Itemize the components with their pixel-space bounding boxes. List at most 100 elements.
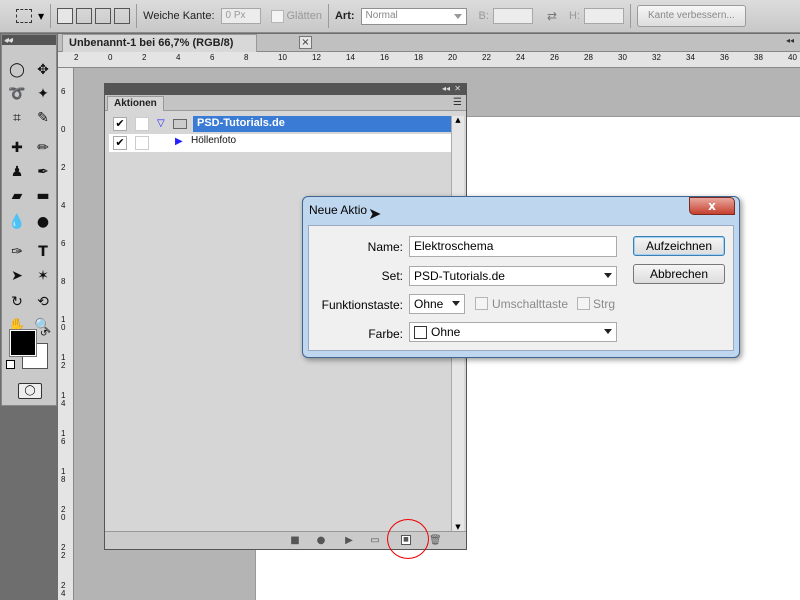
gradient-tool-icon[interactable]: ▬ xyxy=(32,185,54,207)
style-label: Art: xyxy=(334,10,355,22)
record-icon[interactable]: ● xyxy=(315,535,327,547)
dialog-toggle-checkbox[interactable] xyxy=(135,117,149,131)
name-label: Name: xyxy=(367,240,403,254)
subtract-selection-icon[interactable] xyxy=(95,8,112,24)
eyedropper-icon[interactable]: ✎ xyxy=(32,107,54,129)
swap-colors-icon[interactable]: ↺ xyxy=(40,329,48,339)
elliptical-marquee-icon[interactable]: ◯ xyxy=(6,59,28,81)
pen-tool-icon[interactable]: ✑ xyxy=(6,241,28,263)
ruler-tick-label: 10 xyxy=(278,53,287,62)
panel-header-bar[interactable]: ◂◂ ✕ xyxy=(105,84,466,95)
chevron-down-icon xyxy=(604,329,612,334)
new-selection-icon[interactable] xyxy=(57,8,74,24)
add-selection-icon[interactable] xyxy=(76,8,93,24)
default-colors-icon[interactable] xyxy=(6,360,15,369)
ruler-tick-label: 6 xyxy=(61,239,66,248)
swap-dimensions-icon[interactable]: ⇄ xyxy=(547,9,557,23)
ruler-tick-label: 2 xyxy=(61,163,66,172)
width-input[interactable] xyxy=(492,8,533,24)
ctrl-checkbox[interactable] xyxy=(577,297,590,310)
toggle-checkbox[interactable]: ✔ xyxy=(113,117,127,131)
panel-collapse-icon[interactable]: ◂◂ xyxy=(4,36,12,45)
eraser-tool-icon[interactable]: ▰ xyxy=(6,185,28,207)
3d-orbit-icon[interactable]: ⟲ xyxy=(32,291,54,313)
toggle-checkbox[interactable]: ✔ xyxy=(113,136,127,150)
ruler-tick-label: 16 xyxy=(380,53,389,62)
shift-label: Umschalttaste xyxy=(492,297,569,311)
feather-label: Weiche Kante: xyxy=(143,10,215,22)
set-select[interactable]: PSD-Tutorials.de xyxy=(409,266,617,286)
chevron-down-icon xyxy=(604,273,612,278)
ruler-vertical: 86024681 01 21 41 61 82 02 22 4 xyxy=(58,68,74,600)
panel-collapse-icon[interactable]: ◂◂ xyxy=(442,84,450,93)
document-tab[interactable]: Unbenannt-1 bei 66,7% (RGB/8) xyxy=(62,34,257,52)
feather-input[interactable]: 0 Px xyxy=(220,8,261,24)
stop-icon[interactable]: ■ xyxy=(289,535,301,547)
ruler-tick-label: 1 6 xyxy=(61,429,66,446)
action-set-label: PSD-Tutorials.de xyxy=(193,116,452,132)
cancel-button[interactable]: Abbrechen xyxy=(633,264,725,284)
dialog-close-button[interactable]: x xyxy=(689,197,735,215)
chevron-down-icon xyxy=(453,13,462,19)
move-tool-icon[interactable]: ✥ xyxy=(32,59,54,81)
ruler-tick-label: 6 xyxy=(210,53,215,62)
crop-tool-icon[interactable]: ⌗ xyxy=(6,107,28,129)
function-key-value: Ohne xyxy=(414,297,444,311)
new-set-icon[interactable]: ▭ xyxy=(369,535,381,547)
quick-mask-icon[interactable]: ◯ xyxy=(18,383,42,399)
marquee-tool-icon[interactable] xyxy=(16,9,32,23)
expand-triangle-icon[interactable]: ▽ xyxy=(157,118,165,129)
history-brush-icon[interactable]: ✒ xyxy=(32,161,54,183)
ruler-tick-label: 28 xyxy=(584,53,593,62)
dialog-toggle-checkbox[interactable] xyxy=(135,136,149,150)
action-set-row[interactable]: ✔ ▽ PSD-Tutorials.de xyxy=(109,115,452,133)
tool-preset-dropdown-icon[interactable]: ▼ xyxy=(38,12,44,21)
height-input[interactable] xyxy=(584,8,624,24)
scroll-up-icon[interactable]: ▲ xyxy=(452,116,464,124)
magic-wand-icon[interactable]: ✦ xyxy=(32,83,54,105)
ruler-tick-label: 4 xyxy=(176,53,181,62)
collapse-triangle-icon[interactable]: ▶ xyxy=(175,136,183,147)
tab-actions[interactable]: Aktionen xyxy=(107,96,164,111)
shift-checkbox[interactable] xyxy=(475,297,488,310)
foreground-color-swatch[interactable] xyxy=(9,329,37,357)
antialias-checkbox[interactable] xyxy=(270,9,284,23)
blur-tool-icon[interactable]: 💧 xyxy=(6,211,28,233)
style-select[interactable]: Normal xyxy=(360,7,467,25)
intersect-selection-icon[interactable] xyxy=(114,8,131,24)
trash-icon[interactable]: 🗑 xyxy=(429,535,442,547)
options-bar: ▼ Weiche Kante: 0 Px Glätten Art: Normal… xyxy=(0,0,800,33)
refine-edge-button[interactable]: Kante verbessern... xyxy=(637,5,746,27)
ruler-horizontal: 2024681012141618202224262830323436384042… xyxy=(58,52,800,68)
healing-brush-icon[interactable]: ✚ xyxy=(6,137,28,159)
type-tool-icon[interactable]: T xyxy=(32,241,54,263)
name-input[interactable]: Elektroschema xyxy=(409,236,617,257)
lasso-tool-icon[interactable]: ➰ xyxy=(6,83,28,105)
ruler-tick-label: 2 xyxy=(142,53,147,62)
panel-expand-icon[interactable]: ◂◂ xyxy=(786,36,794,45)
ruler-tick-label: 2 4 xyxy=(61,581,66,598)
record-button[interactable]: Aufzeichnen xyxy=(633,236,725,256)
color-select[interactable]: Ohne xyxy=(409,322,617,342)
color-value: Ohne xyxy=(431,325,461,339)
play-icon[interactable]: ▶ xyxy=(343,535,355,547)
ruler-tick-label: 14 xyxy=(346,53,355,62)
brush-tool-icon[interactable]: ✏ xyxy=(32,137,54,159)
ruler-tick-label: 0 xyxy=(108,53,113,62)
ruler-tick-label: 8 xyxy=(61,277,66,286)
panel-menu-icon[interactable]: ☰ xyxy=(453,97,462,108)
function-key-select[interactable]: Ohne xyxy=(409,294,465,314)
custom-shape-icon[interactable]: ✶ xyxy=(32,265,54,287)
action-row[interactable]: ✔ ▶ Höllenfoto xyxy=(109,134,452,152)
width-label: B: xyxy=(478,10,489,22)
scroll-down-icon[interactable]: ▼ xyxy=(452,523,464,531)
color-label: Farbe: xyxy=(368,327,403,341)
path-selection-icon[interactable]: ➤ xyxy=(6,265,28,287)
3d-rotate-icon[interactable]: ↻ xyxy=(6,291,28,313)
close-panel-icon[interactable]: ✕ xyxy=(454,84,461,93)
close-tab-icon[interactable]: × xyxy=(299,36,312,49)
ruler-tick-label: 1 2 xyxy=(61,353,66,370)
dodge-tool-icon[interactable]: ● xyxy=(32,211,54,233)
clone-stamp-icon[interactable]: ♟ xyxy=(6,161,28,183)
ruler-tick-label: 24 xyxy=(516,53,525,62)
